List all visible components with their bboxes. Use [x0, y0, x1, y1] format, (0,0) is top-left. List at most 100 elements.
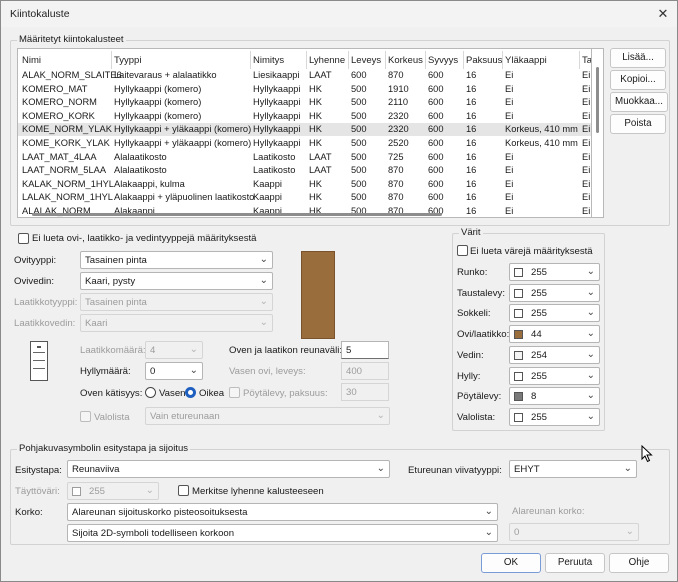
- column-header[interactable]: Lyhenne: [309, 55, 345, 66]
- countertop-checkbox[interactable]: [229, 387, 240, 398]
- door-type-select[interactable]: Tasainen pinta ⌄: [80, 251, 273, 269]
- table-row[interactable]: ALAK_NORM_SLAITE6 Laitevaraus + alalaatik…: [18, 69, 591, 82]
- shelf-count-select[interactable]: 0 ⌄: [145, 362, 203, 380]
- column-separator[interactable]: [348, 51, 349, 69]
- table-cell: HK: [309, 192, 322, 203]
- column-separator[interactable]: [250, 51, 251, 69]
- table-cell: 500: [351, 138, 367, 148]
- close-icon[interactable]: ✕: [653, 5, 673, 23]
- color-select[interactable]: 44 ⌄: [509, 325, 600, 344]
- table-cell: 870: [388, 178, 404, 189]
- table-cell: Ei: [505, 110, 514, 121]
- table-row[interactable]: LAAT_MAT_4LAA Alalaatikosto Laatikosto LAAT…: [18, 151, 591, 164]
- table-cell: 2110: [388, 97, 408, 108]
- left-door-width-input[interactable]: 400: [341, 362, 389, 380]
- color-select[interactable]: 255 ⌄: [509, 283, 600, 302]
- drawer-type-label: Laatikkotyyppi:: [14, 297, 78, 308]
- table-cell: HK: [309, 97, 322, 108]
- table-cell: KOMERO_KORK: [22, 110, 95, 121]
- height-select[interactable]: Alareunan sijoituskorko pisteosoituksest…: [67, 503, 498, 521]
- color-label: Taustalevy:: [457, 287, 505, 299]
- color-select[interactable]: 255 ⌄: [509, 304, 600, 323]
- chevron-down-icon: ⌄: [586, 328, 595, 340]
- exclude-types-checkbox[interactable]: [18, 233, 29, 244]
- vertical-scrollbar[interactable]: [592, 48, 604, 218]
- fill-swatch: [72, 487, 81, 496]
- placement-select[interactable]: Sijoita 2D-symboli todelliseen korkoon ⌄: [67, 524, 498, 542]
- mark-abbrev-checkbox[interactable]: [178, 485, 189, 496]
- table-cell: 870: [388, 165, 404, 176]
- column-header[interactable]: Leveys: [351, 55, 381, 66]
- chevron-down-icon: ⌄: [484, 506, 493, 517]
- exclude-colors-checkbox[interactable]: [457, 245, 468, 256]
- table-cell: HK: [309, 83, 322, 94]
- front-line-select[interactable]: EHYT ⌄: [509, 460, 637, 478]
- table-cell: KOMERO_MAT: [22, 83, 88, 94]
- column-header[interactable]: Korkeus: [388, 55, 423, 66]
- column-header[interactable]: Paksuus: [466, 55, 502, 66]
- table-cell: Hyllykaappi: [253, 97, 301, 108]
- color-select[interactable]: 255 ⌄: [509, 407, 600, 426]
- delete-button[interactable]: Poista: [610, 114, 666, 134]
- edge-gap-label: Oven ja laatikon reunaväli:: [229, 345, 343, 356]
- color-select[interactable]: 8 ⌄: [509, 387, 600, 406]
- column-header[interactable]: Yläkaappi: [505, 55, 547, 66]
- bottom-height-label: Alareunan korko:: [512, 506, 585, 517]
- drawer-count-select[interactable]: 4 ⌄: [145, 341, 203, 359]
- column-separator[interactable]: [502, 51, 503, 69]
- cancel-button[interactable]: Peruuta: [545, 553, 605, 573]
- edit-button[interactable]: Muokkaa...: [610, 92, 668, 112]
- column-separator[interactable]: [463, 51, 464, 69]
- edge-gap-input[interactable]: 5: [341, 341, 389, 359]
- copy-button[interactable]: Kopioi...: [610, 70, 666, 90]
- color-label: Runko:: [457, 267, 488, 278]
- table-row[interactable]: KOME_NORM_YLAK Hyllykaappi + yläkaappi (k…: [18, 123, 591, 137]
- drawer-type-select[interactable]: Tasainen pinta ⌄: [80, 293, 273, 311]
- table-row[interactable]: KOMERO_MAT Hyllykaappi (komero) Hyllykaapp…: [18, 83, 591, 96]
- add-button[interactable]: Lisää...: [610, 48, 666, 68]
- column-header[interactable]: Nimi: [22, 55, 41, 66]
- dialog-window: Kiintokaluste ✕ Määritetyt kiintokaluste…: [0, 0, 678, 582]
- column-header[interactable]: Tyyppi: [114, 55, 141, 66]
- help-button[interactable]: Ohje: [609, 553, 669, 573]
- display-select[interactable]: Reunaviiva ⌄: [67, 460, 390, 478]
- cabinet-table[interactable]: Nimi Tyyppi Nimitys Lyhenne Leveys Korkeus Syv…: [17, 48, 592, 218]
- left-radio[interactable]: [145, 387, 156, 398]
- color-select[interactable]: 255 ⌄: [509, 263, 600, 281]
- table-row[interactable]: KALAK_NORM_1HYL Alakaappi, kulma Kaappi HK 5…: [18, 178, 591, 191]
- color-swatch: [514, 350, 523, 360]
- drawer-handle-select[interactable]: Kaari ⌄: [80, 314, 273, 332]
- horizontal-scrollbar[interactable]: [32, 213, 442, 216]
- column-header[interactable]: Syvyys: [428, 55, 458, 66]
- drawer-handle-label: Laatikkovedin:: [14, 318, 76, 329]
- table-row[interactable]: LALAK_NORM_1HYL Alakaappi + yläpuolinen l…: [18, 191, 591, 204]
- table-cell: Ei: [505, 178, 514, 189]
- table-row[interactable]: KOMERO_KORK Hyllykaappi (komero) Hyllykaap…: [18, 110, 591, 123]
- column-header[interactable]: Ta: [582, 55, 591, 66]
- color-label: Vedin:: [457, 349, 484, 361]
- display-label: Esitystapa:: [15, 465, 62, 476]
- countertop-input[interactable]: 30: [341, 383, 389, 401]
- column-separator[interactable]: [385, 51, 386, 69]
- table-row[interactable]: ALALAK_NORM Alakaappi Kaappi HK 500 870 600 16 E…: [18, 205, 591, 217]
- table-row[interactable]: LAAT_NORM_5LAA Alalaatikosto Laatikosto LAA…: [18, 164, 591, 177]
- valance-checkbox[interactable]: [80, 411, 91, 422]
- table-row[interactable]: KOMERO_NORM Hyllykaappi (komero) Hyllykaap…: [18, 96, 591, 109]
- fill-select[interactable]: 255 ⌄: [67, 482, 159, 500]
- door-handle-label: Ovivedin:: [14, 276, 54, 287]
- column-header[interactable]: Nimitys: [253, 55, 284, 66]
- ok-button[interactable]: OK: [481, 553, 541, 573]
- column-separator[interactable]: [306, 51, 307, 69]
- bottom-height-select[interactable]: 0 ⌄: [509, 523, 639, 541]
- column-separator[interactable]: [425, 51, 426, 69]
- color-select[interactable]: 255 ⌄: [509, 366, 600, 385]
- column-separator[interactable]: [579, 51, 580, 69]
- vertical-scroll-thumb[interactable]: [596, 67, 599, 133]
- door-handle-select[interactable]: Kaari, pysty ⌄: [80, 272, 273, 290]
- right-radio[interactable]: [185, 387, 196, 398]
- mark-abbrev-label: Merkitse lyhenne kalusteeseen: [192, 486, 324, 497]
- column-separator[interactable]: [111, 51, 112, 69]
- color-select[interactable]: 254 ⌄: [509, 345, 600, 364]
- valance-select[interactable]: Vain etureunaan ⌄: [145, 407, 390, 425]
- table-row[interactable]: KOME_KORK_YLAK Hyllykaappi + yläkaappi (k…: [18, 137, 591, 150]
